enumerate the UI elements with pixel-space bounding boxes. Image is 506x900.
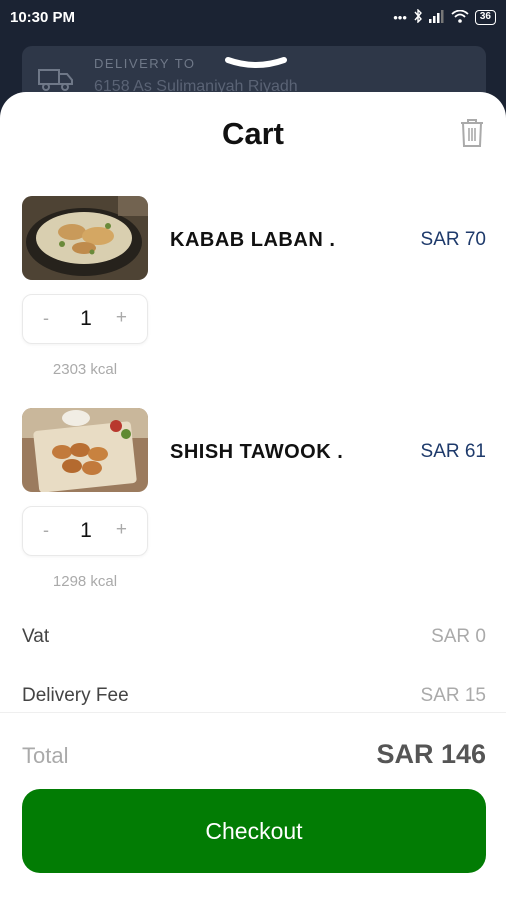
- increase-button[interactable]: +: [116, 307, 127, 329]
- increase-button[interactable]: +: [116, 519, 127, 541]
- item-kcal: 1298 kcal: [52, 573, 118, 590]
- cart-item: KABAB LABAN . SAR 70 - 1 + 2303 kcal: [22, 196, 486, 386]
- bluetooth-icon: [413, 8, 423, 26]
- cart-sheet: Cart KABAB LABAN . SAR 70 - 1 + 2303 kca…: [0, 92, 506, 900]
- signal-icon: [428, 9, 445, 26]
- delivery-fee-value: SAR 15: [420, 685, 486, 706]
- shish-tawook-image: [22, 408, 148, 492]
- total-value: SAR 146: [376, 739, 486, 769]
- cart-item: SHISH TAWOOK . SAR 61 - 1 + 1298 kcal: [22, 408, 486, 598]
- vat-label: Vat: [22, 626, 50, 647]
- delivery-fee-label: Delivery Fee: [22, 685, 129, 706]
- checkout-button[interactable]: Checkout: [22, 789, 486, 873]
- trash-icon[interactable]: [459, 118, 485, 153]
- battery-icon: 36: [474, 10, 496, 25]
- quantity-stepper: - 1 +: [22, 294, 148, 344]
- item-price: SAR 70: [420, 229, 486, 250]
- delivery-label: DELIVERY TO: [94, 56, 196, 71]
- quantity-stepper: - 1 +: [22, 506, 148, 556]
- quantity-value: 1: [80, 307, 92, 330]
- item-name: SHISH TAWOOK .: [170, 441, 344, 463]
- cart-footer: Total SAR 146 Checkout: [0, 712, 506, 900]
- item-kcal: 2303 kcal: [52, 361, 118, 378]
- vat-value: SAR 0: [431, 626, 486, 647]
- page-title: Cart: [221, 116, 284, 151]
- kabab-laban-image: [22, 196, 148, 280]
- more-dots-icon: •••: [393, 10, 407, 25]
- total-label: Total: [22, 743, 69, 768]
- quantity-value: 1: [80, 519, 92, 542]
- sheet-handle-chevron-icon[interactable]: [224, 56, 288, 77]
- status-bar: 10:30 PM ••• 36: [0, 0, 506, 38]
- status-icons: ••• 36: [393, 8, 496, 26]
- wifi-icon: [451, 9, 469, 26]
- status-time: 10:30 PM: [10, 9, 76, 26]
- item-price: SAR 61: [420, 441, 486, 462]
- item-name: KABAB LABAN .: [170, 229, 336, 251]
